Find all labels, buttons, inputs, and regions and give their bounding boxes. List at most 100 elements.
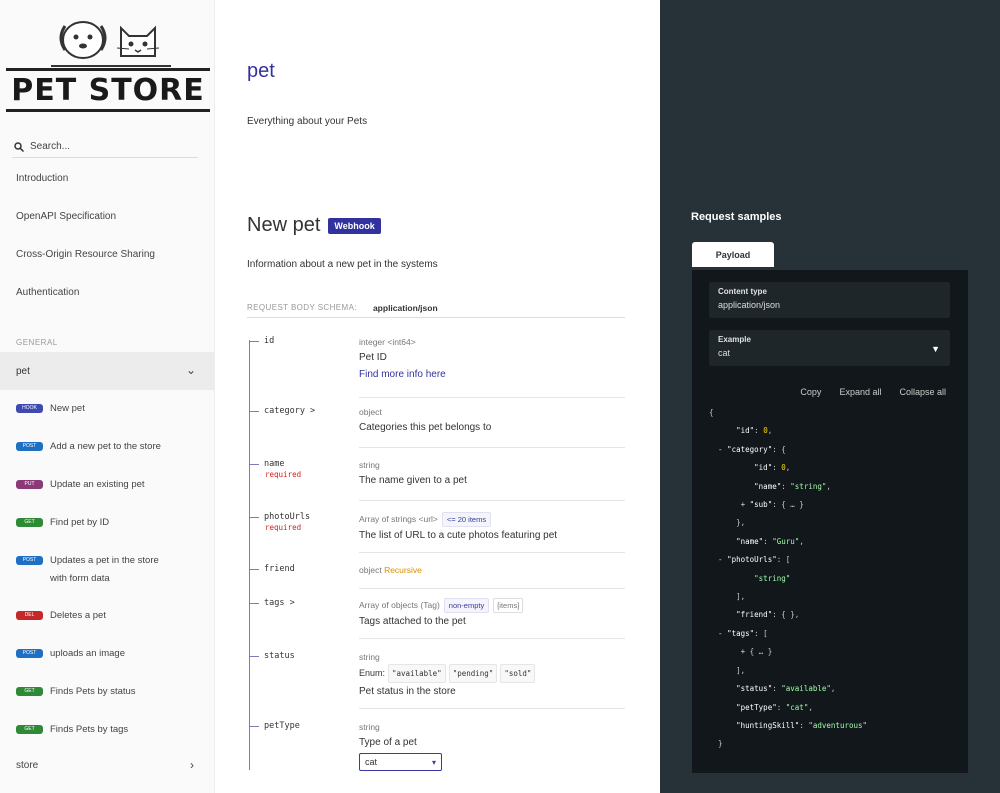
collapse-all-button[interactable]: Collapse all	[899, 387, 946, 397]
sidebar-op-label: Add a new pet to the store	[50, 441, 161, 452]
param-type: string	[359, 652, 380, 662]
param-description: The name given to a pet	[359, 475, 467, 486]
param-description: Categories this pet belongs to	[359, 422, 492, 433]
method-badge: POST	[16, 442, 43, 451]
toggle-icon[interactable]: -	[718, 445, 723, 454]
example-select[interactable]: Example cat ▼	[709, 330, 950, 366]
param-name: name	[249, 459, 284, 469]
toggle-icon[interactable]: -	[718, 555, 723, 564]
param-type: integer <int64>	[359, 337, 416, 347]
sidebar: PET STORE Introduction OpenAPI Specifica…	[0, 0, 215, 793]
items-chip: [items]	[493, 598, 524, 613]
search-input[interactable]	[30, 141, 180, 152]
method-badge: GET	[16, 687, 43, 696]
toggle-icon[interactable]: +	[741, 500, 746, 509]
param-description: Pet ID	[359, 352, 387, 363]
method-badge: DEL	[16, 611, 43, 620]
tab-payload[interactable]: Payload	[692, 242, 774, 267]
param-type: string	[359, 460, 380, 470]
sidebar-op-label: Deletes a pet	[50, 610, 106, 621]
sidebar-op-upload-image[interactable]: POST uploads an image	[16, 645, 125, 663]
sidebar-group-store[interactable]: store ›	[16, 758, 196, 772]
sidebar-op-new-pet[interactable]: HOOK New pet	[16, 400, 85, 418]
sidebar-item-authentication[interactable]: Authentication	[16, 287, 79, 298]
sidebar-op-label: Finds Pets by tags	[50, 724, 129, 735]
param-type: Array of strings <url> <= 20 items	[359, 512, 625, 527]
toggle-icon[interactable]: +	[741, 647, 746, 656]
param-description: The list of URL to a cute photos featuri…	[359, 530, 558, 541]
sidebar-op-label-line2: with form data	[50, 573, 110, 584]
enum-value: "sold"	[500, 664, 536, 683]
param-name: photoUrls	[249, 512, 310, 522]
param-details: Array of objects (Tag) non-empty [items] T…	[359, 598, 625, 630]
tag-description: Everything about your Pets	[247, 116, 368, 127]
sidebar-op-label: Update an existing pet	[50, 479, 145, 490]
pettype-select[interactable]: cat ▾	[359, 753, 442, 771]
content-type-value: application/json	[718, 300, 781, 310]
method-badge: GET	[16, 518, 43, 527]
required-label: required	[265, 523, 302, 532]
chevron-right-icon: ›	[190, 758, 194, 772]
content-type-label: Content type	[718, 287, 767, 296]
param-name: tags >	[249, 598, 295, 608]
json-sample-code: { "id": 0, - "category": { "id": 0, "nam…	[709, 408, 868, 749]
request-body-header: REQUEST BODY SCHEMA: application/json	[247, 298, 625, 318]
chevron-down-icon: ▼	[931, 344, 940, 354]
webhook-badge: Webhook	[328, 217, 381, 234]
expand-all-button[interactable]: Expand all	[839, 387, 881, 397]
sidebar-section-general: GENERAL	[16, 338, 58, 347]
tag-title: pet	[247, 60, 275, 82]
code-actions: Copy Expand all Collapse all	[800, 387, 946, 397]
sidebar-op-find-by-tags[interactable]: GET Finds Pets by tags	[16, 721, 128, 739]
sidebar-op-find-pet-by-id[interactable]: GET Find pet by ID	[16, 514, 109, 532]
param-description: Type of a pet	[359, 737, 417, 748]
param-enum: Enum: "available" "pending" "sold"	[359, 664, 625, 683]
sidebar-item-introduction[interactable]: Introduction	[16, 173, 68, 184]
sidebar-op-label: New pet	[50, 403, 85, 414]
content-type-tab[interactable]: application/json	[367, 302, 444, 314]
sidebar-group-store-label: store	[16, 760, 39, 771]
chevron-down-icon: ⌄	[185, 363, 196, 377]
pettype-select-value: cat	[365, 757, 378, 767]
param-name: friend	[249, 564, 295, 574]
toggle-icon[interactable]: -	[718, 629, 723, 638]
find-more-info-link[interactable]: Find more info here	[359, 366, 625, 383]
search-box[interactable]	[12, 136, 198, 158]
param-name: id	[249, 336, 274, 346]
sidebar-op-label: Updates a pet in the store with form dat…	[50, 552, 159, 588]
copy-button[interactable]: Copy	[800, 387, 821, 397]
param-type: Array of objects (Tag) non-empty [items]	[359, 598, 625, 613]
sidebar-op-update-pet-form[interactable]: POST Updates a pet in the store with for…	[16, 552, 159, 588]
content-type-box: Content type application/json	[709, 282, 950, 318]
sidebar-item-cors[interactable]: Cross-Origin Resource Sharing	[16, 249, 155, 260]
main-content: pet Everything about your Pets New pet W…	[215, 0, 660, 793]
method-badge: PUT	[16, 480, 43, 489]
example-value: cat	[718, 348, 731, 358]
operation-title: New pet Webhook	[247, 214, 381, 237]
sidebar-op-find-by-status[interactable]: GET Finds Pets by status	[16, 683, 136, 701]
param-name: status	[249, 651, 295, 661]
param-details: object Categories this pet belongs to	[359, 406, 625, 436]
enum-value: "pending"	[448, 664, 498, 683]
enum-value: "available"	[388, 664, 446, 683]
param-description: Pet status in the store	[359, 686, 456, 697]
logo-wordmark: PET STORE	[6, 68, 210, 112]
sidebar-op-update-pet[interactable]: PUT Update an existing pet	[16, 476, 145, 494]
sidebar-op-label: uploads an image	[50, 648, 125, 659]
request-samples-title: Request samples	[691, 211, 782, 223]
param-details: string Enum: "available" "pending" "sold" P…	[359, 651, 625, 700]
sidebar-op-label: Find pet by ID	[50, 517, 110, 528]
sidebar-item-openapi-specification[interactable]: OpenAPI Specification	[16, 211, 116, 222]
method-badge: POST	[16, 649, 43, 658]
required-label: required	[265, 470, 302, 479]
sidebar-op-delete-pet[interactable]: DEL Deletes a pet	[16, 607, 106, 625]
pet-store-logo[interactable]: PET STORE	[6, 12, 210, 112]
param-details: string The name given to a pet	[359, 459, 625, 489]
param-name: category >	[249, 406, 315, 416]
sidebar-op-label-line1: Updates a pet in the store	[50, 555, 159, 566]
sidebar-group-pet[interactable]: pet ⌄	[0, 352, 214, 390]
sidebar-op-add-pet[interactable]: POST Add a new pet to the store	[16, 438, 161, 456]
sidebar-group-pet-label: pet	[16, 365, 30, 377]
sidebar-op-label: Finds Pets by status	[50, 686, 136, 697]
param-type: object Recursive	[359, 565, 422, 575]
